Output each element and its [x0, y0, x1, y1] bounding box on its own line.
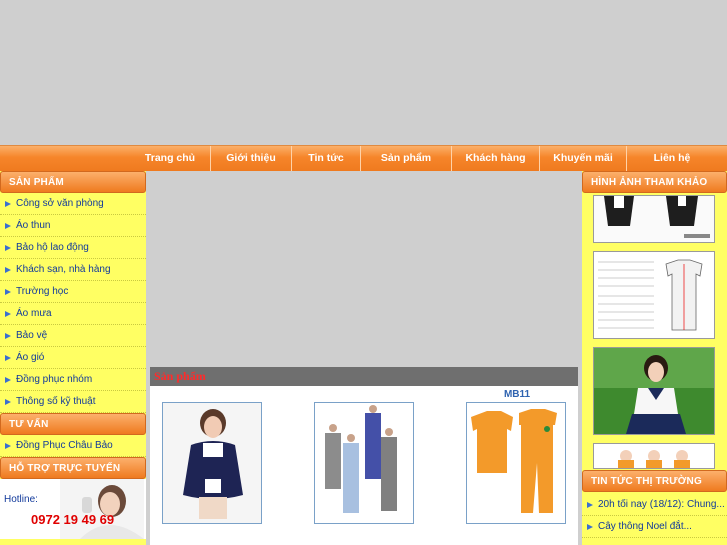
support-header: HỖ TRỢ TRỰC TUYẾN	[0, 457, 146, 479]
arrow-bullet-icon	[5, 333, 11, 339]
news-item[interactable]: 20h tối nay (18/12): Chung...	[582, 494, 727, 516]
arrow-bullet-icon	[5, 201, 11, 207]
hotline-number[interactable]: 0972 19 49 69	[31, 512, 114, 527]
gallery-header: HÌNH ẢNH THAM KHẢO	[582, 171, 727, 193]
hotline-label: Hotline:	[4, 494, 38, 505]
arrow-bullet-icon	[5, 289, 11, 295]
news-item[interactable]: Cây thông Noel đắt...	[582, 516, 727, 538]
gallery-image	[594, 196, 714, 242]
arrow-bullet-icon	[5, 223, 11, 229]
category-raincoat[interactable]: Áo mưa	[0, 303, 146, 325]
product-image	[467, 403, 565, 523]
arrow-bullet-icon	[587, 502, 593, 508]
arrow-bullet-icon	[587, 524, 593, 530]
nav-home[interactable]: Trang chủ	[130, 146, 211, 172]
product-image	[315, 403, 413, 523]
gallery-image	[594, 252, 714, 338]
category-hotel[interactable]: Khách sạn, nhà hàng	[0, 259, 146, 281]
gallery-thumb[interactable]	[593, 443, 715, 469]
gallery-image	[594, 444, 714, 468]
products-header: SẢN PHẨM	[0, 171, 146, 193]
news-list: 20h tối nay (18/12): Chung... Cây thông …	[582, 494, 727, 538]
arrow-bullet-icon	[5, 377, 11, 383]
product-card[interactable]: MB11	[466, 389, 566, 524]
arrow-bullet-icon	[5, 355, 11, 361]
advice-item[interactable]: Đồng Phục Châu Bảo	[0, 435, 146, 457]
gallery-thumb[interactable]	[593, 195, 715, 243]
support-panel: Hotline: 0972 19 49 69	[0, 479, 146, 539]
product-grid: MB11	[150, 386, 578, 545]
arrow-bullet-icon	[5, 399, 11, 405]
category-specs[interactable]: Thông số kỹ thuật	[0, 391, 146, 413]
nav-news[interactable]: Tin tức	[292, 146, 361, 172]
product-image	[163, 403, 261, 523]
right-sidebar: HÌNH ẢNH THAM KHẢO TIN TỨC THỊ TRƯỜNG 20…	[582, 171, 727, 545]
category-workwear[interactable]: Bảo hộ lao động	[0, 237, 146, 259]
main-content: Sản phẩm MB11	[146, 171, 582, 545]
gallery-thumb[interactable]	[593, 347, 715, 435]
category-security[interactable]: Bảo vệ	[0, 325, 146, 347]
section-title: Sản phẩm	[150, 367, 578, 386]
category-school[interactable]: Trường học	[0, 281, 146, 303]
page: Trang chủ Giới thiệu Tin tức Sản phẩm Kh…	[0, 0, 727, 545]
category-windbreaker[interactable]: Áo gió	[0, 347, 146, 369]
arrow-bullet-icon	[5, 311, 11, 317]
product-name: MB11	[503, 389, 531, 400]
nav-promotions[interactable]: Khuyến mãi	[540, 146, 627, 172]
arrow-bullet-icon	[5, 443, 11, 449]
arrow-bullet-icon	[5, 267, 11, 273]
nav-customers[interactable]: Khách hàng	[452, 146, 540, 172]
advice-header: TƯ VẤN	[0, 413, 146, 435]
arrow-bullet-icon	[5, 245, 11, 251]
gallery-image	[594, 348, 714, 434]
nav-about[interactable]: Giới thiệu	[211, 146, 292, 172]
nav-contact[interactable]: Liên hệ	[627, 146, 717, 172]
product-card[interactable]	[314, 402, 414, 524]
nav-products[interactable]: Sản phẩm	[361, 146, 452, 172]
left-sidebar: SẢN PHẨM Công sở văn phòng Áo thun Bảo h…	[0, 171, 146, 545]
top-nav: Trang chủ Giới thiệu Tin tức Sản phẩm Kh…	[0, 145, 727, 172]
product-category-list: Công sở văn phòng Áo thun Bảo hộ lao độn…	[0, 193, 146, 413]
category-group[interactable]: Đồng phục nhóm	[0, 369, 146, 391]
category-office[interactable]: Công sở văn phòng	[0, 193, 146, 215]
gallery-thumb[interactable]	[593, 251, 715, 339]
support-operator-photo	[60, 479, 144, 539]
product-card[interactable]	[162, 402, 262, 524]
news-header: TIN TỨC THỊ TRƯỜNG	[582, 470, 727, 492]
advice-list: Đồng Phục Châu Bảo	[0, 435, 146, 457]
category-tshirt[interactable]: Áo thun	[0, 215, 146, 237]
